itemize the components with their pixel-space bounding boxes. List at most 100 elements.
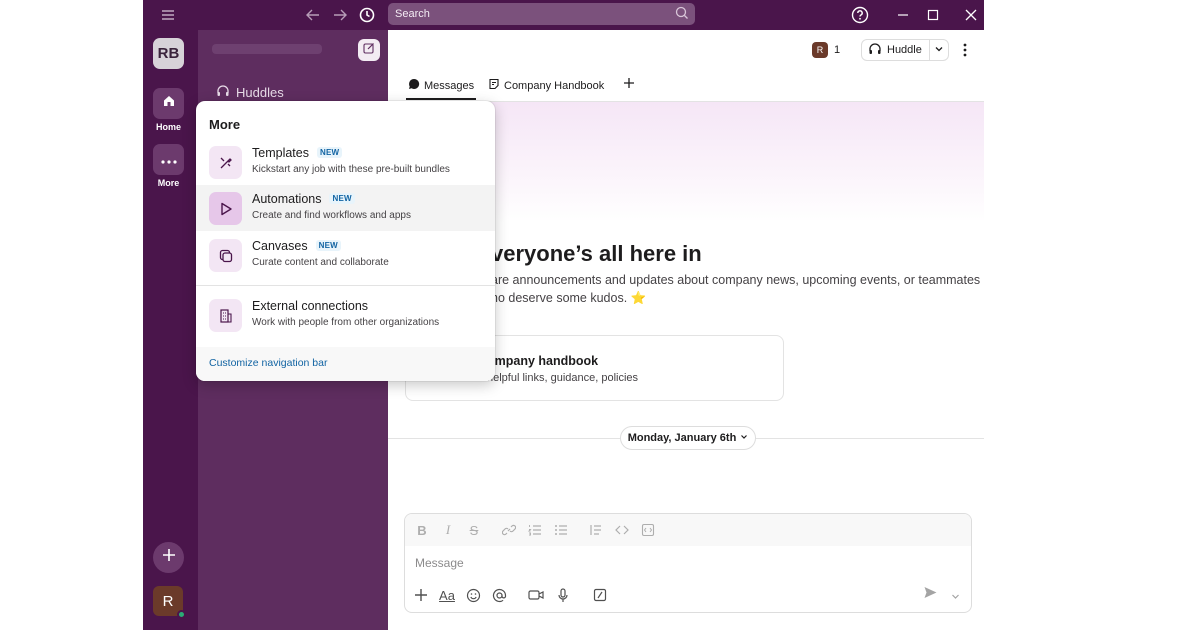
text-format-icon[interactable]: Aa — [437, 585, 457, 605]
ordered-list-icon[interactable] — [526, 521, 544, 539]
handbook-card-title: ompany handbook — [487, 354, 599, 368]
compose-icon — [363, 41, 375, 59]
member-count: 1 — [834, 44, 841, 56]
channel-intro-description: are announcements and updates about comp… — [491, 273, 981, 287]
slash-command-icon[interactable] — [590, 585, 610, 605]
help-icon[interactable] — [847, 2, 873, 28]
divider — [929, 40, 930, 60]
menu-item-name: Automations NEW — [252, 192, 355, 206]
bulleted-list-icon[interactable] — [552, 521, 570, 539]
attach-plus-icon[interactable] — [411, 585, 431, 605]
send-icon[interactable] — [923, 585, 938, 605]
tab-company-handbook[interactable]: Company Handbook — [488, 78, 604, 93]
search-bar[interactable]: Search — [388, 3, 695, 25]
templates-icon — [209, 146, 242, 179]
headphones-icon — [868, 42, 882, 59]
link-icon[interactable] — [500, 521, 518, 539]
popover-title: More — [209, 117, 241, 132]
plus-icon — [162, 548, 176, 567]
microphone-icon[interactable] — [553, 585, 573, 605]
canvas-doc-icon — [488, 78, 500, 93]
workspace-rail: RB Home More R — [143, 30, 198, 630]
popover-footer: Customize navigation bar — [196, 347, 495, 381]
menu-item-automations[interactable]: Automations NEW Create and find workflows… — [196, 185, 495, 231]
huddle-label: Huddle — [887, 44, 922, 56]
member-avatar: R — [812, 42, 828, 58]
menu-item-description: Curate content and collaborate — [252, 257, 389, 268]
home-label[interactable]: Home — [143, 122, 194, 132]
workspace-avatar[interactable]: RB — [153, 38, 184, 69]
tab-messages[interactable]: Messages — [405, 78, 477, 100]
menu-item-description: Work with people from other organization… — [252, 317, 440, 328]
star-emoji: ⭐ — [630, 291, 647, 305]
sidebar-item-huddles[interactable]: Huddles — [216, 84, 284, 101]
close-icon[interactable] — [958, 2, 984, 28]
code-icon[interactable] — [613, 521, 631, 539]
chevron-down-icon[interactable] — [934, 44, 944, 57]
maximize-icon[interactable] — [920, 2, 946, 28]
more-button[interactable] — [153, 144, 184, 175]
mention-icon[interactable] — [489, 585, 509, 605]
channel-intro-description-line2: ho deserve some kudos. ⭐ — [491, 291, 647, 305]
automations-icon — [209, 192, 242, 225]
date-divider-button[interactable]: Monday, January 6th — [620, 426, 756, 450]
hamburger-menu-icon[interactable] — [157, 4, 179, 26]
tab-label: Messages — [424, 79, 475, 92]
code-block-icon[interactable] — [639, 521, 657, 539]
add-tab-button[interactable] — [623, 77, 635, 92]
history-clock-icon[interactable] — [356, 4, 378, 26]
presence-indicator — [177, 610, 186, 619]
new-badge: NEW — [329, 193, 355, 204]
title-bar: Search — [143, 0, 984, 30]
message-input[interactable] — [415, 556, 955, 570]
channel-options-icon[interactable] — [958, 39, 972, 61]
canvases-icon — [209, 239, 242, 272]
home-icon — [162, 94, 176, 113]
sidebar-item-label: Huddles — [236, 85, 284, 100]
headphones-icon — [216, 84, 230, 101]
menu-divider — [196, 285, 495, 286]
home-button[interactable] — [153, 88, 184, 119]
workspace-name-redacted — [212, 44, 322, 54]
chat-bubble-icon — [408, 78, 420, 93]
channel-tabs: Messages Company Handbook — [388, 75, 984, 102]
menu-item-templates[interactable]: Templates NEW Kickstart any job with thes… — [196, 139, 495, 185]
new-badge: NEW — [316, 147, 343, 158]
date-label: Monday, January 6th — [627, 432, 737, 444]
search-icon — [675, 6, 689, 23]
menu-item-external-connections[interactable]: External connections Work with people fr… — [196, 292, 495, 338]
more-label[interactable]: More — [143, 178, 194, 188]
channel-intro-title: veryone’s all here in — [491, 241, 702, 266]
more-menu-popover: More Templates NEW Kickstart any job with… — [196, 101, 495, 381]
menu-item-canvases[interactable]: Canvases NEW Curate content and collabora… — [196, 232, 495, 278]
formatting-toolbar: B I S — [405, 514, 971, 546]
handbook-card-subtitle: helpful links, guidance, policies — [487, 372, 639, 384]
minimize-icon[interactable] — [890, 2, 916, 28]
add-workspace-button[interactable] — [153, 542, 184, 573]
emoji-icon[interactable] — [463, 585, 483, 605]
back-arrow-icon[interactable] — [302, 4, 324, 26]
chevron-down-icon[interactable] — [951, 588, 960, 606]
building-icon — [209, 299, 242, 332]
message-composer: B I S Message Aa — [404, 513, 972, 613]
huddle-button[interactable]: Huddle — [861, 39, 949, 61]
forward-arrow-icon[interactable] — [329, 4, 351, 26]
video-icon[interactable] — [526, 585, 546, 605]
menu-item-name: Canvases NEW — [252, 239, 341, 253]
italic-icon[interactable]: I — [439, 521, 457, 539]
menu-item-description: Create and find workflows and apps — [252, 210, 411, 221]
strikethrough-icon[interactable]: S — [465, 521, 483, 539]
customize-navigation-link[interactable]: Customize navigation bar — [209, 357, 327, 369]
menu-item-description: Kickstart any job with these pre-built b… — [252, 164, 450, 175]
bold-icon[interactable]: B — [413, 521, 431, 539]
blockquote-icon[interactable] — [587, 521, 605, 539]
menu-item-name: Templates NEW — [252, 146, 343, 160]
compose-button[interactable] — [358, 39, 380, 61]
new-badge: NEW — [315, 240, 341, 251]
plus-icon — [623, 77, 635, 92]
ellipsis-icon — [160, 151, 177, 169]
search-placeholder: Search — [395, 8, 430, 20]
chevron-down-icon — [740, 432, 748, 444]
menu-item-name: External connections — [252, 299, 369, 313]
member-count-button[interactable]: R 1 — [812, 39, 840, 61]
